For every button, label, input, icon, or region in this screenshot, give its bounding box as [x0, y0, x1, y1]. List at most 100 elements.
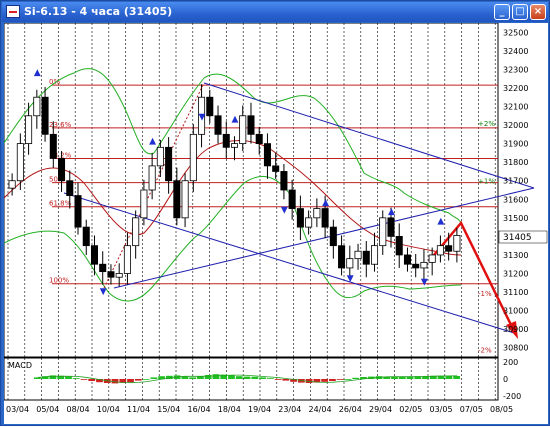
y-axis-tick-label: 30900	[503, 325, 528, 334]
candle-body	[74, 195, 82, 228]
x-axis-tick-label: 26/04	[339, 405, 362, 414]
x-axis-tick-label: 03/05	[430, 405, 453, 414]
x-axis-tick-label: 24/04	[309, 405, 332, 414]
title-bar[interactable]: Si-6.13 - 4 часа (31405) _ □ ×	[2, 2, 548, 22]
candle-body	[123, 245, 131, 274]
candle-body	[41, 96, 49, 135]
x-axis-tick-label: 03/04	[6, 405, 29, 414]
fib-level-label: 0%	[49, 78, 60, 86]
chart-area[interactable]: 0% 23.6% 38.2% 50% 61.8% 100% +2% +1% -1% -2%	[3, 22, 548, 424]
y-axis-tick-label: 32500	[503, 28, 528, 37]
close-button[interactable]: ×	[530, 4, 546, 20]
x-axis-tick-label: 08/04	[67, 405, 90, 414]
candle-body	[222, 133, 230, 148]
fractal-arrow: ▲	[34, 68, 41, 78]
y-axis-tick-label: 32100	[503, 103, 528, 112]
macd-bar	[134, 379, 142, 381]
macd-bar	[344, 379, 352, 380]
candle-body	[99, 263, 107, 273]
candle-body	[338, 245, 346, 269]
macd-bar	[72, 378, 80, 379]
candle-body	[379, 217, 387, 247]
macd-bar	[65, 376, 72, 379]
macd-bar	[228, 375, 235, 379]
fractal-arrow: ▼	[347, 274, 354, 284]
candle-body	[239, 115, 247, 145]
y-axis-tick-label: 31200	[503, 270, 528, 279]
candle-body	[33, 96, 41, 117]
macd-bar	[181, 376, 189, 379]
percent-level-label: -1%	[478, 290, 492, 298]
candle-body	[403, 254, 411, 265]
minimize-button[interactable]: _	[494, 4, 510, 20]
macd-bar	[282, 379, 290, 381]
candle-body	[428, 254, 436, 263]
candle-body	[140, 189, 148, 219]
current-price-label: 31405	[503, 233, 532, 243]
candle-body	[206, 96, 214, 117]
macd-bar	[235, 376, 243, 379]
macd-axis-tick-label: 0	[503, 375, 508, 384]
candle-body	[362, 250, 370, 265]
macd-bar	[243, 376, 251, 379]
candle-body	[115, 273, 123, 278]
y-axis-tick-label: 32000	[503, 121, 528, 130]
candle-body	[156, 146, 164, 167]
candle-body	[25, 115, 33, 145]
macd-bar	[274, 379, 282, 380]
fractal-arrow: ▲	[322, 198, 329, 208]
price-chart[interactable]: 0%23.6%38.2%50%61.8%100%+2%+1%-1%-2% ▲▼▲…	[3, 22, 548, 424]
candle-body	[296, 208, 304, 228]
macd-bar	[251, 376, 259, 379]
candle-body	[288, 189, 296, 209]
candle-body	[346, 258, 354, 269]
maximize-button[interactable]: □	[512, 4, 528, 20]
y-axis-tick-label: 30800	[503, 344, 528, 353]
macd-bar	[321, 379, 329, 382]
candle-body	[82, 226, 90, 247]
candle-body	[280, 171, 288, 191]
macd-bar	[142, 379, 150, 380]
candle-body	[181, 180, 189, 219]
y-axis-tick-label: 31800	[503, 158, 528, 167]
candle-body	[370, 245, 379, 265]
candle-body	[132, 217, 140, 247]
y-axis-tick-label: 31300	[503, 251, 528, 260]
candle-body	[272, 165, 280, 172]
candle-body	[16, 143, 24, 182]
candle-body	[420, 261, 428, 269]
x-axis-tick-label: 07/05	[460, 405, 483, 414]
fractal-arrow: ▲	[149, 137, 156, 147]
x-axis-tick-label: 23/04	[278, 405, 301, 414]
chart-app-icon	[6, 5, 20, 18]
macd-bar	[352, 377, 360, 379]
x-axis-tick-label: 02/05	[399, 405, 422, 414]
x-axis-tick-label: 10/04	[97, 405, 120, 414]
fractal-arrow: ▼	[421, 278, 428, 288]
y-axis-tick-label: 32200	[503, 84, 528, 93]
x-axis-tick-label: 08/05	[490, 405, 513, 414]
macd-bar	[336, 379, 344, 380]
candle-body	[148, 165, 156, 191]
candle-body	[214, 115, 222, 135]
candle-body	[445, 245, 453, 252]
y-axis-tick-label: 31100	[503, 288, 528, 297]
percent-level-label: +2%	[478, 120, 495, 128]
candle-body	[247, 115, 255, 135]
chart-window: Si-6.13 - 4 часа (31405) _ □ × 0% 23.6% 38…	[0, 0, 550, 426]
candle-body	[313, 208, 321, 219]
candle-body	[189, 133, 197, 182]
fractal-arrow: ▼	[281, 205, 288, 215]
x-axis-tick-label: 16/04	[188, 405, 211, 414]
candle-body	[329, 226, 337, 247]
x-axis-tick-label: 15/04	[157, 405, 180, 414]
y-axis-tick-label: 32400	[503, 47, 528, 56]
percent-level-label: -2%	[478, 347, 492, 355]
fractal-arrow: ▲	[232, 114, 239, 124]
fib-level-label: 61.8%	[49, 200, 72, 208]
percent-level-label: +1%	[478, 178, 495, 186]
y-axis-tick-label: 31600	[503, 195, 528, 204]
fib-level-label: 100%	[49, 277, 69, 285]
fractal-arrow: ▲	[437, 216, 444, 226]
macd-bar	[204, 375, 212, 379]
